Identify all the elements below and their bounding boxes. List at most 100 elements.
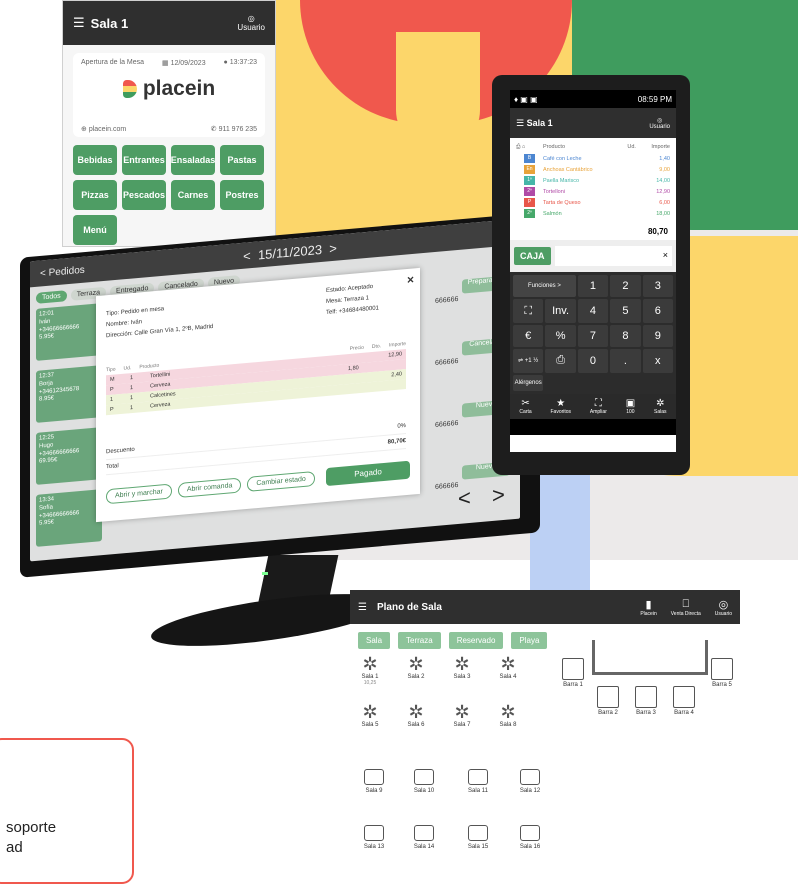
filter-todos[interactable]: Todos bbox=[36, 290, 67, 304]
key-3[interactable]: 3 bbox=[642, 275, 673, 298]
table-sala-13[interactable]: Sala 13 bbox=[354, 822, 394, 850]
list-item[interactable]: P Tarta de Queso 6,00 bbox=[516, 197, 670, 208]
table-sala-8[interactable]: ✲ Sala 8 bbox=[488, 702, 528, 728]
menu-icon[interactable]: ☰ bbox=[73, 15, 85, 31]
open-ticket-button[interactable]: Abrir comanda bbox=[177, 477, 242, 499]
table-sala-4[interactable]: ✲ Sala 4 bbox=[488, 654, 528, 680]
paid-button[interactable]: Pagado bbox=[326, 460, 410, 487]
table-sala-15[interactable]: Sala 15 bbox=[458, 822, 498, 850]
table-sala-11[interactable]: Sala 11 bbox=[458, 766, 498, 794]
category-button-pescados[interactable]: Pescados bbox=[122, 180, 166, 210]
key-0[interactable]: 0 bbox=[577, 349, 609, 373]
key-2[interactable]: 2 bbox=[610, 275, 641, 298]
menu-icon[interactable]: ☰ bbox=[516, 118, 524, 128]
nav-zoom[interactable]: ▣ 100 bbox=[626, 398, 635, 415]
bar-seat-5[interactable]: Barra 5 bbox=[704, 658, 740, 688]
key-4[interactable]: 4 bbox=[577, 299, 609, 323]
euro-icon[interactable]: € bbox=[513, 324, 544, 348]
table-sala-1[interactable]: ✲ Sala 1 10,25 bbox=[350, 654, 390, 686]
tablet-screen: ♦ ▣ ▣ 08:59 PM ☰ Sala 1 ◎ Usuario ⎙ ⌂ Prod… bbox=[510, 90, 676, 452]
nav-favoritos[interactable]: ★ Favoritos bbox=[551, 398, 572, 415]
key-1[interactable]: 1 bbox=[577, 275, 609, 298]
order-card[interactable]: 13:34 Sofía +34666666666 5.95€ bbox=[36, 489, 102, 547]
table-icon: ✲ bbox=[408, 654, 424, 674]
expand-icon[interactable]: ⛶ bbox=[513, 299, 544, 323]
table-sala-12[interactable]: Sala 12 bbox=[510, 766, 550, 794]
key-5[interactable]: 5 bbox=[610, 299, 641, 323]
menu-icon[interactable]: ☰ bbox=[358, 602, 367, 613]
allergens-button[interactable]: Alérgenos bbox=[513, 374, 544, 391]
user-button[interactable]: ◎ Usuario bbox=[237, 14, 265, 32]
key-9[interactable]: 9 bbox=[642, 324, 673, 348]
bar-seat-icon bbox=[562, 658, 584, 680]
category-button-entrantes[interactable]: Entrantes bbox=[122, 145, 166, 175]
table-sala-3[interactable]: ✲ Sala 3 bbox=[442, 654, 482, 680]
nav-salas[interactable]: ✲ Salas bbox=[654, 398, 667, 415]
category-button-pizzas[interactable]: Pizzas bbox=[73, 180, 117, 210]
category-button-menu[interactable]: Menú bbox=[73, 215, 117, 245]
clear-input-button[interactable]: × bbox=[663, 250, 668, 260]
bar-seat-3[interactable]: Barra 3 bbox=[628, 686, 664, 716]
list-item[interactable]: 2º Salmón 18,00 bbox=[516, 208, 670, 219]
placein-button[interactable]: ▮ Placein bbox=[640, 598, 656, 617]
table-sala-6[interactable]: ✲ Sala 6 bbox=[396, 702, 436, 728]
prev-date-button[interactable]: < bbox=[243, 248, 251, 264]
table-sala-5[interactable]: ✲ Sala 5 bbox=[350, 702, 390, 728]
category-button-postres[interactable]: Postres bbox=[220, 180, 264, 210]
cash-button[interactable]: CAJA bbox=[514, 247, 551, 265]
page-prev-button[interactable]: < bbox=[458, 485, 471, 512]
invert-button[interactable]: Inv. bbox=[545, 299, 576, 323]
list-item[interactable]: B Café con Leche 1,40 bbox=[516, 153, 670, 164]
back-to-orders-link[interactable]: < Pedidos bbox=[40, 264, 85, 279]
open-and-send-button[interactable]: Abrir y marchar bbox=[106, 483, 172, 505]
key-dot[interactable]: . bbox=[610, 349, 641, 373]
list-item[interactable]: 1º Paella Marisco 14,00 bbox=[516, 175, 670, 186]
key-7[interactable]: 7 bbox=[577, 324, 609, 348]
table-sala-9[interactable]: Sala 9 bbox=[354, 766, 394, 794]
tab-sala[interactable]: Sala bbox=[358, 632, 391, 649]
user-button[interactable]: ◎ Usuario bbox=[649, 117, 670, 130]
table-sala-2[interactable]: ✲ Sala 2 bbox=[396, 654, 436, 680]
key-6[interactable]: 6 bbox=[642, 299, 673, 323]
bar-seat-2[interactable]: Barra 2 bbox=[590, 686, 626, 716]
bar-seat-4[interactable]: Barra 4 bbox=[666, 686, 702, 716]
table-sala-14[interactable]: Sala 14 bbox=[404, 822, 444, 850]
functions-button[interactable]: Funciones > bbox=[513, 275, 576, 298]
user-button[interactable]: ◎ Usuario bbox=[715, 598, 732, 617]
nav-carta[interactable]: ✂ Carta bbox=[519, 398, 531, 415]
print-icon[interactable]: ⎙ bbox=[545, 349, 576, 373]
list-item[interactable]: 2º Tortelloni 12,90 bbox=[516, 186, 670, 197]
order-detail-modal: × Tipo: Pedido en mesa Nombre: Iván Dire… bbox=[96, 267, 420, 523]
table-sala-7[interactable]: ✲ Sala 7 bbox=[442, 702, 482, 728]
order-card[interactable]: 12:25 Hugo +34666666666 69.95€ bbox=[36, 427, 102, 485]
order-card[interactable]: 12:37 Borja +34612345678 8.95€ bbox=[36, 365, 102, 423]
change-status-button[interactable]: Cambiar estado bbox=[247, 471, 315, 492]
amount-input[interactable]: × bbox=[554, 246, 672, 266]
close-icon[interactable]: × bbox=[407, 272, 414, 287]
category-button-bebidas[interactable]: Bebidas bbox=[73, 145, 117, 175]
table-sala-10[interactable]: Sala 10 bbox=[404, 766, 444, 794]
clock-icon: ● bbox=[223, 59, 228, 66]
bag-icon: ⎕ bbox=[682, 597, 690, 610]
bar-seat-icon bbox=[597, 686, 619, 708]
direct-sale-button[interactable]: ⎕ Venta Directa bbox=[671, 598, 701, 617]
list-item[interactable]: En Anchoas Cantábrico 9,00 bbox=[516, 164, 670, 175]
next-date-button[interactable]: > bbox=[329, 240, 337, 256]
page-next-button[interactable]: > bbox=[492, 482, 505, 509]
bar-seat-1[interactable]: Barra 1 bbox=[555, 658, 591, 688]
nav-ampliar[interactable]: ⛶ Ampliar bbox=[590, 398, 607, 415]
tab-playa[interactable]: Playa bbox=[511, 632, 548, 649]
bar-seat-icon bbox=[711, 658, 733, 680]
category-button-pastas[interactable]: Pastas bbox=[220, 145, 264, 175]
tab-terraza[interactable]: Terraza bbox=[398, 632, 441, 649]
table-sala-16[interactable]: Sala 16 bbox=[510, 822, 550, 850]
table-icon bbox=[520, 825, 540, 841]
tab-reservado[interactable]: Reservado bbox=[448, 632, 504, 649]
percent-icon[interactable]: % bbox=[545, 324, 576, 348]
category-button-ensaladas[interactable]: Ensaladas bbox=[171, 145, 215, 175]
order-card[interactable]: 12:01 Iván +34666666666 5.95€ bbox=[36, 303, 102, 361]
plus-one-icon[interactable]: ⇌ +1 ½ bbox=[513, 349, 544, 373]
key-multiply[interactable]: x bbox=[642, 349, 673, 373]
category-button-carnes[interactable]: Carnes bbox=[171, 180, 215, 210]
key-8[interactable]: 8 bbox=[610, 324, 641, 348]
